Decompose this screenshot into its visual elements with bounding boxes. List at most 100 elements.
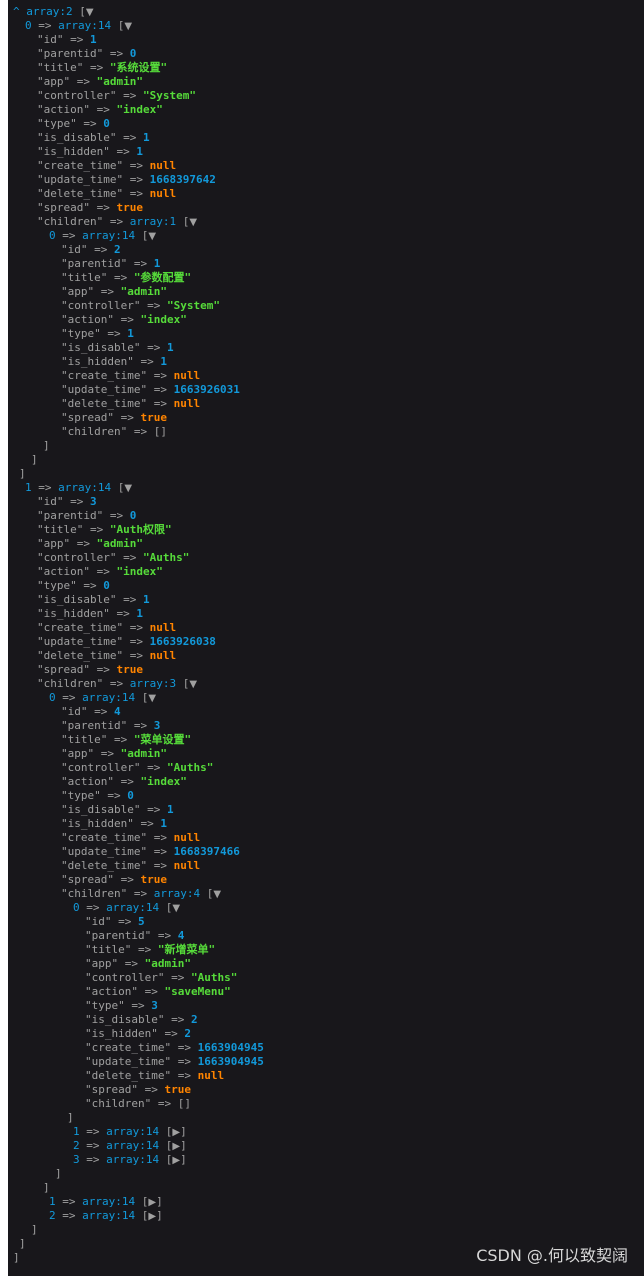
collapse-toggle-icon[interactable]: ▼ [86,7,94,18]
collapse-toggle-icon[interactable]: ▼ [189,217,197,228]
collapse-toggle-icon[interactable]: ▼ [148,693,156,704]
close-bracket: ] [180,1139,187,1152]
arrow-separator: => [79,901,107,914]
arrow-separator: => [123,635,150,648]
arrow-separator: => [157,1027,185,1040]
field-key: action [43,565,84,578]
key-value-line: "spread" => true [61,411,167,424]
key-value-line: "is_hidden" => 1 [61,355,167,368]
expand-toggle-icon[interactable]: ▶ [148,1211,156,1222]
collapse-toggle-icon[interactable]: ▼ [189,679,197,690]
field-key: parentid [67,719,121,732]
key-value-line: "update_time" => 1663926038 [37,635,216,648]
arrow-separator: => [116,551,143,564]
arrow-separator: => [83,523,110,536]
string-value: 菜单设置 [140,733,185,746]
array-note: array:14 [106,1153,160,1166]
number-value: 0 [127,789,134,802]
arrow-separator: => [103,215,130,228]
field-key: children [67,887,121,900]
arrow-separator: => [140,761,167,774]
field-key: update_time [67,383,141,396]
field-key: parentid [43,47,97,60]
arrow-separator: => [127,257,154,270]
field-key: is_hidden [67,355,128,368]
open-bracket: [ [72,5,86,18]
arrow-separator: => [55,1209,83,1222]
constant-value: null [197,1069,225,1082]
number-value: 3 [153,719,161,732]
array-note: array:14 [106,1125,160,1138]
number-value: 3 [151,999,158,1012]
array-index: 0 [25,19,32,32]
arrow-separator: => [55,229,83,242]
arrow-separator: => [147,831,174,844]
key-value-line: "id" => 2 [61,243,121,256]
field-key: controller [67,761,134,774]
key-value-line: "delete_time" => null [37,649,177,662]
field-key: id [67,705,81,718]
open-bracket: [ [135,229,149,242]
empty-array: [] [153,425,167,438]
key-value-line: "spread" => true [85,1083,191,1096]
expand-toggle-icon[interactable]: ▶ [172,1141,180,1152]
arrow-separator: => [111,915,138,928]
collapse-toggle-icon[interactable]: ▼ [213,889,221,900]
field-key: controller [43,89,110,102]
constant-value: null [173,397,201,410]
array-index: 1 [73,1125,80,1138]
number-value: 1663926031 [173,383,240,396]
field-key: app [67,285,88,298]
empty-array: [] [177,1097,191,1110]
array-note: array:14 [82,1195,136,1208]
open-bracket: [ [111,19,125,32]
collapse-toggle-icon[interactable]: ▼ [124,483,132,494]
key-value-line: "type" => 0 [37,117,110,130]
key-value-line: "update_time" => 1668397642 [37,173,216,186]
arrow-separator: => [116,131,143,144]
array-note: array:4 [153,887,201,900]
collapse-toggle-icon[interactable]: ▼ [148,231,156,242]
arrow-separator: => [116,593,143,606]
array-item-expanded: 0 => array:14 [▼ [49,229,156,243]
key-value-line: "create_time" => null [61,831,201,844]
arrow-separator: => [100,789,128,802]
constant-value: null [173,859,201,872]
field-key: app [67,747,88,760]
key-value-line: "action" => "index" [61,775,187,788]
arrow-separator: => [147,859,174,872]
open-bracket: [ [111,481,125,494]
field-key: update_time [67,845,141,858]
key-value-line: "app" => "admin" [37,537,143,550]
key-value-line: "update_time" => 1668397466 [61,845,240,858]
field-key: create_time [67,369,141,382]
open-bracket: [ [200,887,214,900]
number-value: 1 [166,341,174,354]
field-key: controller [43,551,110,564]
field-key: is_hidden [67,817,128,830]
array-item-collapsed: 2 => array:14 [▶] [49,1209,163,1223]
open-bracket: [ [135,1209,149,1222]
arrow-separator: => [140,803,167,816]
arrow-separator: => [103,509,130,522]
string-value: 系统设置 [116,61,161,74]
array-item-collapsed: 2 => array:14 [▶] [73,1139,187,1153]
array-item-expanded: 0 => array:14 [▼ [49,691,156,705]
key-value-line: "title" => "新增菜单" [85,943,216,956]
close-bracket-line: ] [13,1251,20,1265]
arrow-separator: => [123,621,150,634]
open-bracket: [ [176,677,190,690]
var-dump-panel: ^ array:2 [▼ 0 => array:14 [▼ "id" => 1 "pa… [8,0,644,1276]
key-value-line: "create_time" => null [61,369,201,382]
field-key: is_disable [43,593,110,606]
key-value-line: "parentid" => 4 [85,929,185,942]
key-value-line: "controller" => "Auths" [61,761,214,774]
expand-toggle-icon[interactable]: ▶ [148,1197,156,1208]
collapse-toggle-icon[interactable]: ▼ [124,21,132,32]
expand-toggle-icon[interactable]: ▶ [172,1155,180,1166]
expand-toggle-icon[interactable]: ▶ [172,1127,180,1138]
collapse-toggle-icon[interactable]: ▼ [172,903,180,914]
key-value-line: "delete_time" => null [85,1069,225,1082]
arrow-separator: => [31,19,59,32]
key-value-line: "update_time" => 1663926031 [61,383,240,396]
